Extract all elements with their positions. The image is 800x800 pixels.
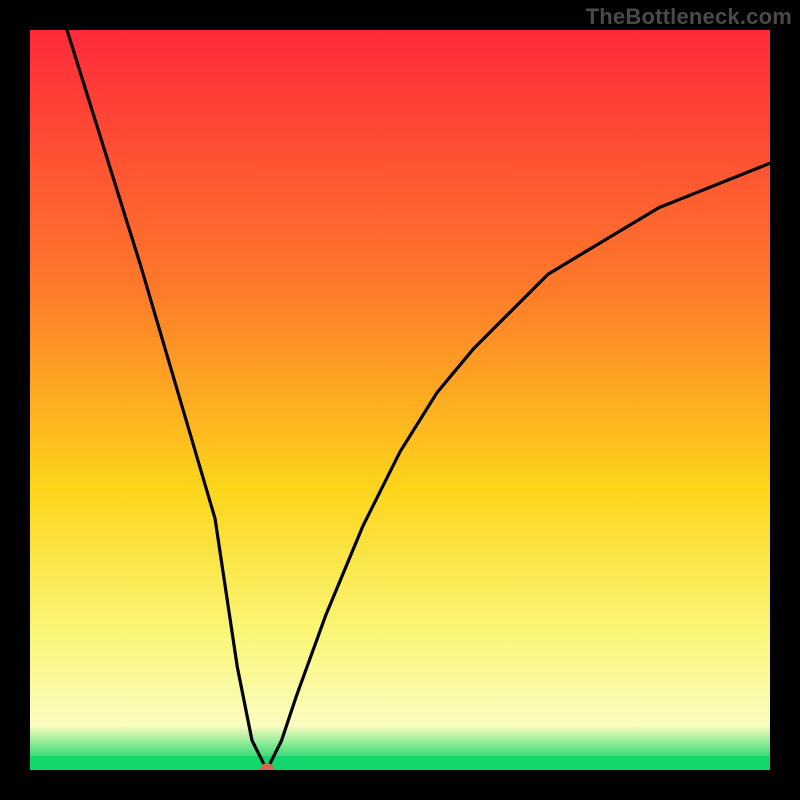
- minimum-marker: [260, 763, 274, 770]
- plot-area: [30, 30, 770, 770]
- bottleneck-curve: [67, 30, 770, 770]
- curve-layer: [30, 30, 770, 770]
- chart-frame: TheBottleneck.com: [0, 0, 800, 800]
- watermark-text: TheBottleneck.com: [586, 4, 792, 30]
